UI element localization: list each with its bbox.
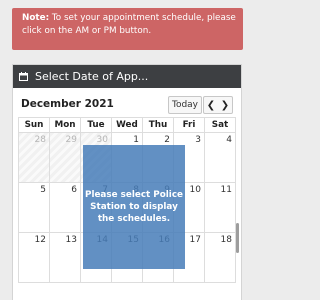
day-number: 3 bbox=[195, 135, 201, 145]
day-number: 30 bbox=[96, 135, 108, 145]
day-number: 1 bbox=[133, 135, 139, 145]
day-cell[interactable]: 18 bbox=[205, 233, 236, 282]
dow-fri: Fri bbox=[174, 118, 205, 132]
day-number: 29 bbox=[65, 135, 77, 145]
day-cell[interactable]: 13 bbox=[50, 233, 81, 282]
note-alert: Note: To set your appointment schedule, … bbox=[12, 8, 243, 50]
day-number: 6 bbox=[71, 185, 77, 195]
day-number: 17 bbox=[189, 235, 201, 245]
dow-sat: Sat bbox=[211, 120, 229, 130]
next-month-button[interactable]: ❯ bbox=[218, 96, 233, 114]
day-cell[interactable]: 11 bbox=[205, 183, 236, 232]
chevron-left-icon: ❮ bbox=[206, 99, 216, 111]
dow-thu: Thu bbox=[143, 118, 174, 132]
month-title: December 2021 bbox=[21, 98, 114, 110]
day-cell[interactable]: 12 bbox=[19, 233, 50, 282]
day-cell[interactable]: 6 bbox=[50, 183, 81, 232]
day-number: 12 bbox=[34, 235, 46, 245]
scrollbar-thumb[interactable] bbox=[236, 223, 239, 253]
dow-mon: Mon bbox=[50, 118, 81, 132]
day-number: 10 bbox=[189, 185, 201, 195]
note-prefix: Note: bbox=[22, 13, 50, 23]
day-number: 28 bbox=[34, 135, 46, 145]
day-number: 11 bbox=[220, 185, 232, 195]
select-station-overlay: Please select Police Station to display … bbox=[83, 145, 185, 269]
day-of-week-header: Sun Mon Tue Wed Thu Fri Sat bbox=[18, 117, 236, 133]
day-number: 18 bbox=[220, 235, 232, 245]
chevron-right-icon: ❯ bbox=[220, 99, 230, 111]
day-cell[interactable]: 4 bbox=[205, 133, 236, 182]
panel-title: Select Date of App... bbox=[35, 70, 149, 83]
dow-wed: Wed bbox=[112, 118, 143, 132]
day-number: 5 bbox=[40, 185, 46, 195]
day-number: 13 bbox=[65, 235, 77, 245]
day-number: 4 bbox=[226, 135, 232, 145]
overlay-message: Please select Police Station to display … bbox=[85, 190, 183, 224]
dow-tue: Tue bbox=[81, 118, 112, 132]
today-button[interactable]: Today bbox=[168, 96, 202, 114]
day-cell[interactable]: 5 bbox=[19, 183, 50, 232]
note-text: To set your appointment schedule, please… bbox=[22, 13, 236, 36]
calendar-icon bbox=[19, 72, 28, 81]
dow-sun: Sun bbox=[19, 118, 50, 132]
day-cell[interactable]: 29 bbox=[50, 133, 81, 182]
day-number: 2 bbox=[164, 135, 170, 145]
prev-month-button[interactable]: ❮ bbox=[203, 96, 219, 114]
calendar-toolbar: December 2021 Today ❮ ❯ bbox=[19, 96, 235, 114]
panel-header: Select Date of App... bbox=[13, 65, 241, 88]
day-cell[interactable]: 28 bbox=[19, 133, 50, 182]
date-panel: Select Date of App... December 2021 Toda… bbox=[12, 64, 242, 300]
